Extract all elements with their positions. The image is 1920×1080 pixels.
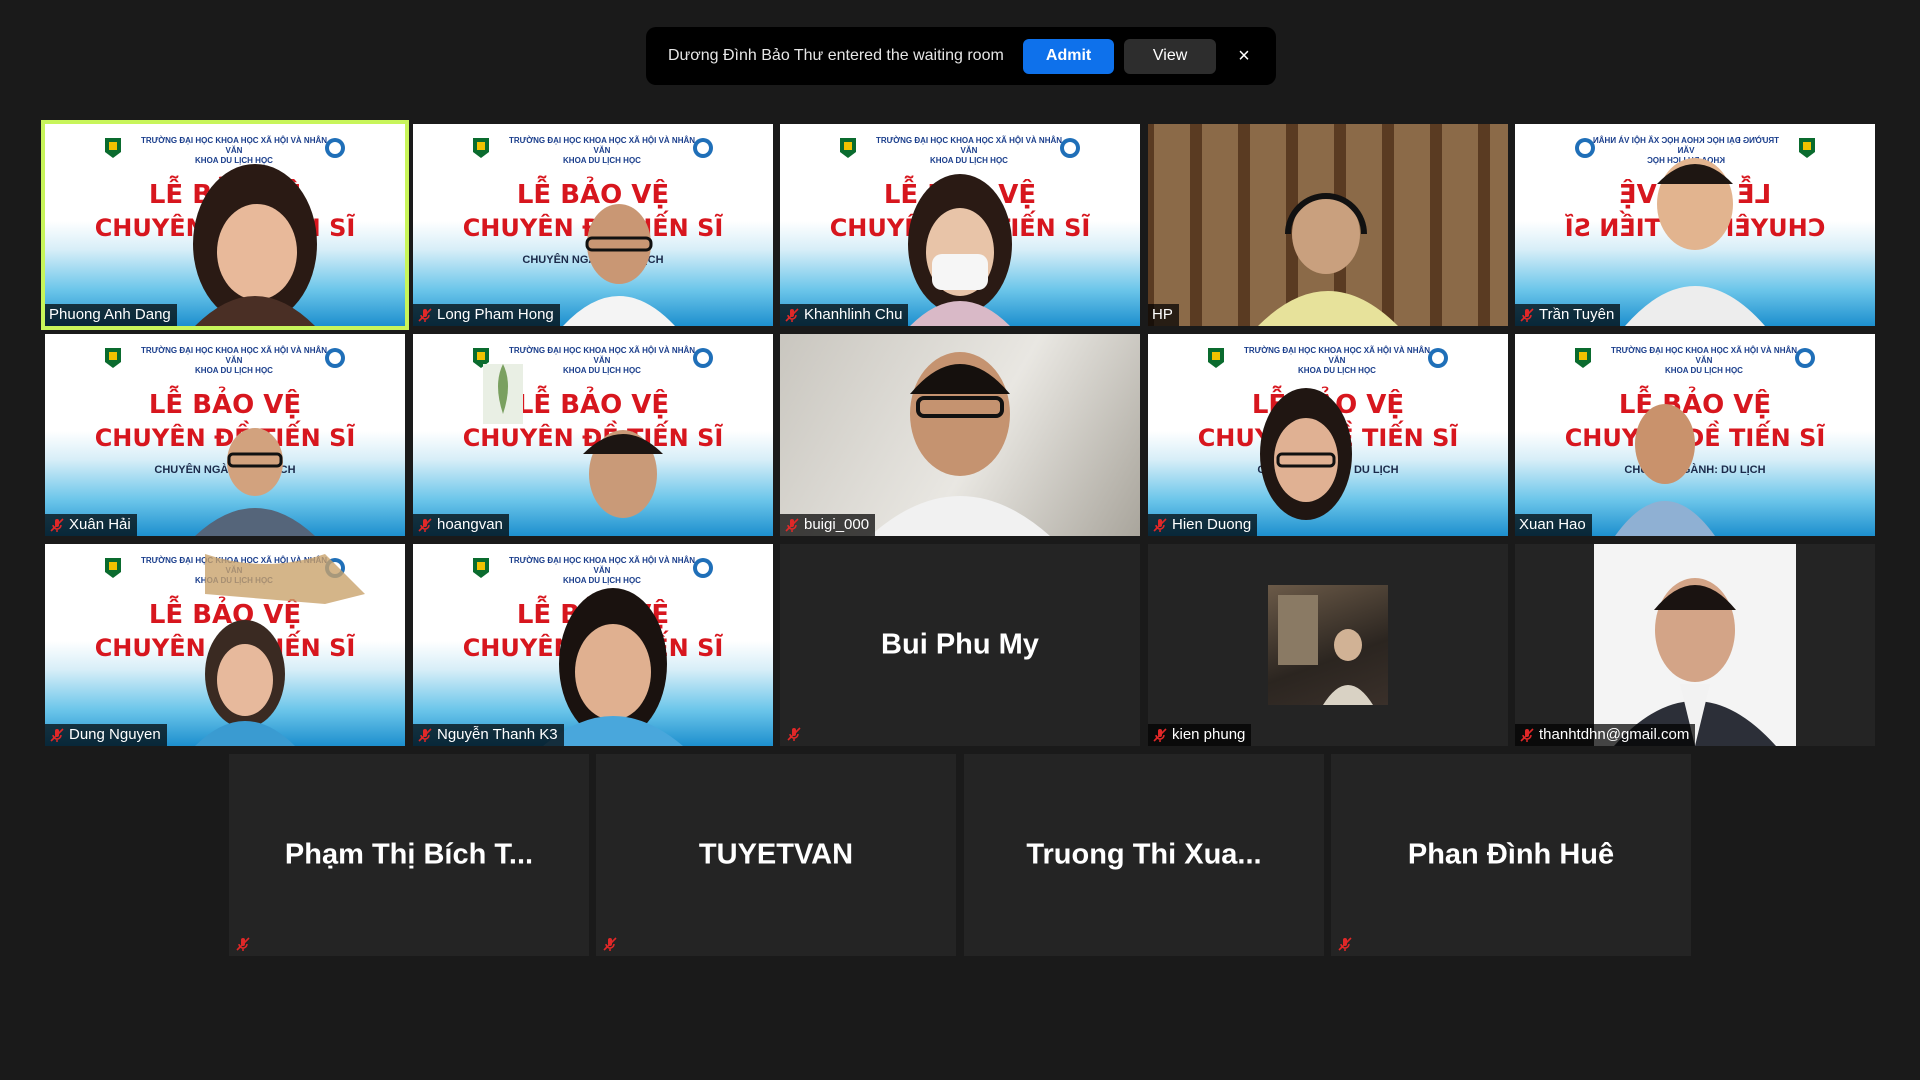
participant-name: Phuong Anh Dang bbox=[49, 306, 171, 323]
participant-name-tag: kien phung bbox=[1148, 724, 1252, 746]
participant-tile[interactable]: Phạm Thị Bích T... bbox=[229, 754, 589, 956]
participant-name-tag: buigi_000 bbox=[780, 514, 876, 536]
participant-display-name: Phạm Thị Bích T... bbox=[284, 838, 534, 871]
participant-tile[interactable]: kien phung bbox=[1148, 544, 1508, 746]
participant-name-tag: Xuan Hao bbox=[1515, 514, 1592, 536]
microphone-muted-icon bbox=[418, 307, 432, 322]
participant-tile[interactable]: TUYETVAN bbox=[596, 754, 956, 956]
participant-video bbox=[908, 174, 1012, 326]
participant-tile[interactable]: TRƯỜNG ĐẠI HỌC KHOA HỌC XÃ HỘI VÀ NHÂN V… bbox=[45, 544, 405, 746]
participant-tile[interactable]: TRƯỜNG ĐẠI HỌC KHOA HỌC XÃ HỘI VÀ NHÂN V… bbox=[1148, 334, 1508, 536]
participant-video bbox=[543, 588, 683, 746]
participant-video bbox=[1258, 193, 1398, 326]
participant-video bbox=[195, 554, 365, 746]
participant-name-tag: Hien Duong bbox=[1148, 514, 1258, 536]
participant-name-tag: HP bbox=[1148, 304, 1179, 326]
microphone-muted-icon bbox=[418, 517, 432, 532]
participant-name-tag: Phuong Anh Dang bbox=[45, 304, 177, 326]
microphone-muted-icon bbox=[785, 517, 799, 532]
participant-name: Xuan Hao bbox=[1519, 516, 1586, 533]
participant-name: Xuân Hải bbox=[69, 516, 131, 533]
microphone-muted-icon bbox=[50, 517, 64, 532]
microphone-muted-icon bbox=[603, 937, 617, 951]
participant-tile[interactable]: TRƯỜNG ĐẠI HỌC KHOA HỌC XÃ HỘI VÀ NHÂN V… bbox=[413, 334, 773, 536]
participant-video bbox=[1615, 404, 1715, 536]
participant-name-tag: Long Pham Hong bbox=[413, 304, 560, 326]
participant-video bbox=[1625, 158, 1765, 326]
participant-video bbox=[483, 364, 663, 518]
participant-display-name: Truong Thi Xua... bbox=[1026, 838, 1262, 871]
participant-video bbox=[1260, 388, 1352, 520]
participant-name: HP bbox=[1152, 306, 1173, 323]
participant-display-name: Bui Phu My bbox=[881, 628, 1039, 661]
participant-name: Nguyễn Thanh K3 bbox=[437, 726, 558, 743]
participant-name-tag: Dung Nguyen bbox=[45, 724, 167, 746]
participant-name: hoangvan bbox=[437, 516, 503, 533]
participant-tile[interactable]: TRƯỜNG ĐẠI HỌC KHOA HỌC XÃ HỘI VÀ NHÂN V… bbox=[45, 334, 405, 536]
participant-display-name: Phan Đình Huê bbox=[1407, 838, 1615, 871]
participant-video bbox=[1268, 585, 1388, 705]
microphone-muted-icon bbox=[50, 727, 64, 742]
participant-name: Dung Nguyen bbox=[69, 726, 161, 743]
participant-tile[interactable]: HP bbox=[1148, 124, 1508, 326]
participant-name-tag: Trần Tuyên bbox=[1515, 304, 1621, 326]
view-button[interactable]: View bbox=[1124, 38, 1216, 74]
microphone-muted-icon bbox=[418, 727, 432, 742]
microphone-muted-icon bbox=[236, 937, 250, 951]
participant-video bbox=[1594, 544, 1796, 746]
participant-name: Long Pham Hong bbox=[437, 306, 554, 323]
microphone-muted-icon bbox=[1153, 727, 1167, 742]
participant-name: Hien Duong bbox=[1172, 516, 1252, 533]
microphone-muted-icon bbox=[1520, 307, 1534, 322]
participant-name-tag: hoangvan bbox=[413, 514, 509, 536]
microphone-muted-icon bbox=[785, 307, 799, 322]
participant-video bbox=[195, 428, 315, 536]
participant-tile[interactable]: TRƯỜNG ĐẠI HỌC KHOA HỌC XÃ HỘI VÀ NHÂN V… bbox=[413, 544, 773, 746]
participant-name-tag: Khanhlinh Chu bbox=[780, 304, 909, 326]
participant-tile[interactable]: thanhtdhn@gmail.com bbox=[1515, 544, 1875, 746]
participant-name-tag: thanhtdhn@gmail.com bbox=[1515, 724, 1696, 746]
participant-tile[interactable]: TRƯỜNG ĐẠI HỌC KHOA HỌC XÃ HỘI VÀ NHÂN V… bbox=[41, 120, 409, 330]
notification-text: Dương Đình Bảo Thư entered the waiting r… bbox=[668, 47, 1004, 64]
participant-name: kien phung bbox=[1172, 726, 1246, 743]
participant-tile[interactable]: buigi_000 bbox=[780, 334, 1140, 536]
close-icon[interactable]: × bbox=[1234, 45, 1254, 67]
participant-tile[interactable]: TRƯỜNG ĐẠI HỌC KHOA HỌC XÃ HỘI VÀ NHÂN V… bbox=[780, 124, 1140, 326]
microphone-muted-icon bbox=[1153, 517, 1167, 532]
participant-tile[interactable]: TRƯỜNG ĐẠI HỌC KHOA HỌC XÃ HỘI VÀ NHÂN V… bbox=[1515, 124, 1875, 326]
participant-tile[interactable]: Phan Đình Huê bbox=[1331, 754, 1691, 956]
admit-button[interactable]: Admit bbox=[1022, 38, 1115, 74]
participant-name: thanhtdhn@gmail.com bbox=[1539, 726, 1690, 743]
waiting-room-notification: Dương Đình Bảo Thư entered the waiting r… bbox=[646, 27, 1276, 85]
participant-tile[interactable]: TRƯỜNG ĐẠI HỌC KHOA HỌC XÃ HỘI VÀ NHÂN V… bbox=[1515, 334, 1875, 536]
participant-display-name: TUYETVAN bbox=[698, 838, 854, 871]
participant-tile[interactable]: TRƯỜNG ĐẠI HỌC KHOA HỌC XÃ HỘI VÀ NHÂN V… bbox=[413, 124, 773, 326]
participant-tile[interactable]: Bui Phu My bbox=[780, 544, 1140, 746]
participant-name: buigi_000 bbox=[804, 516, 870, 533]
participant-video bbox=[563, 204, 675, 326]
participant-video bbox=[870, 352, 1050, 536]
participant-video bbox=[193, 164, 317, 326]
microphone-muted-icon bbox=[1338, 937, 1352, 951]
zoom-meeting-gallery: Dương Đình Bảo Thư entered the waiting r… bbox=[0, 0, 1920, 1080]
participant-name-tag: Nguyễn Thanh K3 bbox=[413, 724, 564, 746]
microphone-muted-icon bbox=[1520, 727, 1534, 742]
participant-name-tag: Xuân Hải bbox=[45, 514, 137, 536]
participant-tile[interactable]: Truong Thi Xua... bbox=[964, 754, 1324, 956]
participant-name: Trần Tuyên bbox=[1539, 306, 1615, 323]
participant-name: Khanhlinh Chu bbox=[804, 306, 903, 323]
microphone-muted-icon bbox=[787, 727, 801, 741]
